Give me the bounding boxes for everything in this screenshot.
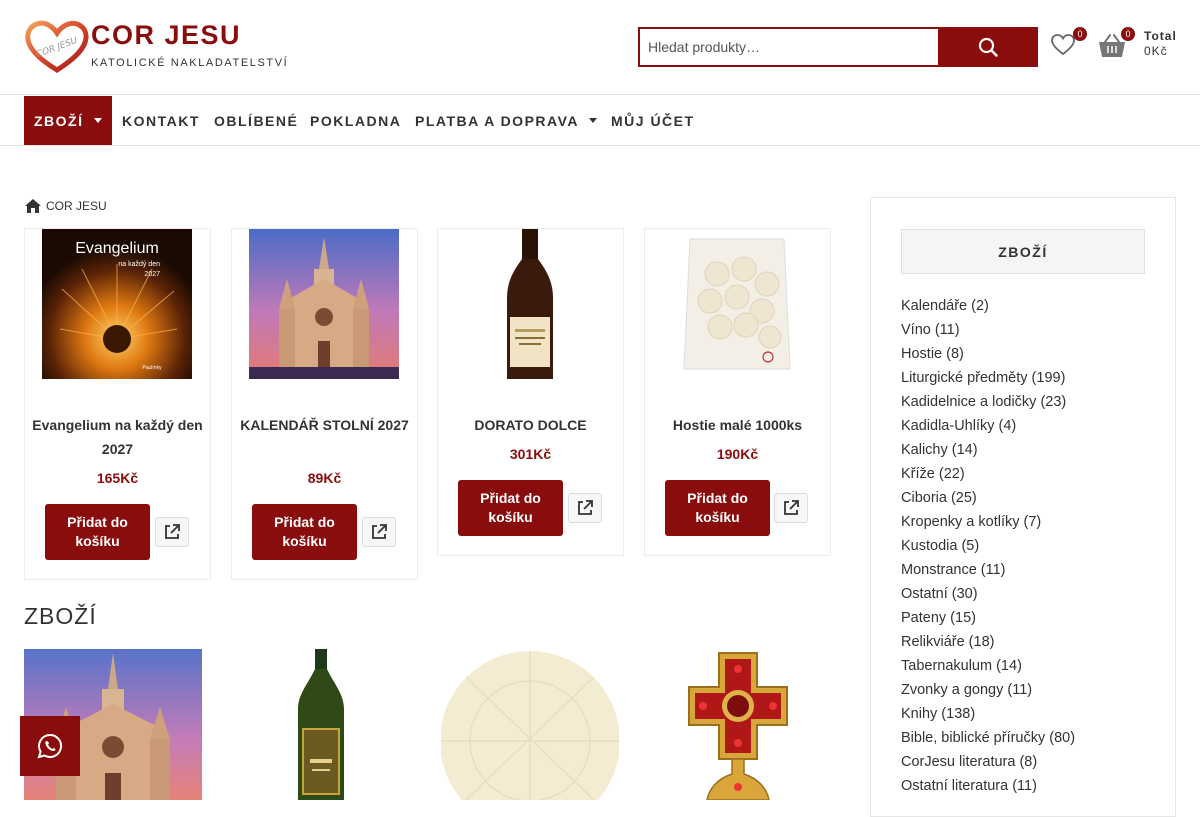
product-price: 190Kč [716, 446, 759, 462]
product-image-hostie[interactable] [662, 229, 812, 379]
category-link[interactable]: Kustodia (5) [901, 534, 1075, 558]
nav-item-label: ZBOŽÍ [34, 112, 84, 129]
nav-item-zbozi[interactable]: ZBOŽÍ [24, 96, 112, 145]
category-link[interactable]: Kropenky a kotlíky (7) [901, 510, 1075, 534]
cover-title: Evangelium [75, 240, 159, 257]
product-card: KALENDÁŘ STOLNÍ 2027 89Kč Přidat do koší… [231, 228, 418, 580]
wishlist-count-badge: 0 [1073, 27, 1087, 41]
product-image-wine-bottle[interactable] [232, 649, 410, 800]
product-title[interactable]: Evangelium na každý den 2027 [31, 413, 204, 461]
nav-item-oblibene[interactable]: OBLÍBENÉ [214, 96, 298, 145]
nav-item-platba-a-doprava[interactable]: PLATBA A DOPRAVA [415, 96, 597, 145]
chevron-down-icon [589, 118, 597, 123]
sidebar-categories-widget: ZBOŽÍ Kalendáře (2) Víno (11) Hostie (8)… [870, 197, 1176, 817]
category-link[interactable]: Relikviáře (18) [901, 630, 1075, 654]
category-link[interactable]: CorJesu literatura (8) [901, 750, 1075, 774]
product-image-evangelium[interactable]: Evangelium na každý den 2027 Paulínky [42, 229, 192, 379]
category-link[interactable]: Pateny (15) [901, 606, 1075, 630]
add-to-cart-button[interactable]: Přidat do košíku [252, 504, 357, 560]
product-title[interactable]: Hostie malé 1000ks [651, 413, 824, 437]
product-image-dorato-dolce[interactable] [455, 229, 605, 379]
category-list: Kalendáře (2) Víno (11) Hostie (8) Litur… [901, 294, 1075, 798]
section-heading: ZBOŽÍ [24, 603, 97, 629]
breadcrumb-home-link[interactable]: COR JESU [46, 199, 107, 213]
product-card: Evangelium na každý den 2027 Paulínky Ev… [24, 228, 211, 580]
quick-view-button[interactable] [568, 493, 602, 523]
category-link[interactable]: Hostie (8) [901, 342, 1075, 366]
cover-subtitle: na každý den [118, 261, 160, 268]
site-tagline: KATOLICKÉ NAKLADATELSTVÍ [91, 57, 289, 69]
chevron-down-icon [93, 118, 102, 123]
quick-view-button[interactable] [155, 517, 189, 547]
category-link[interactable]: Monstrance (11) [901, 558, 1075, 582]
add-to-cart-button[interactable]: Přidat do košíku [45, 504, 150, 560]
category-link[interactable]: Bible, biblické příručky (80) [901, 726, 1075, 750]
breadcrumb: COR JESU [24, 198, 107, 214]
category-link[interactable]: Ciboria (25) [901, 486, 1075, 510]
search-button[interactable] [938, 27, 1038, 67]
category-link[interactable]: Kalendáře (2) [901, 294, 1075, 318]
category-link[interactable]: Víno (11) [901, 318, 1075, 342]
site-header: COR JESU COR JESU KATOLICKÉ NAKLADATELST… [0, 0, 1200, 95]
search-icon [978, 37, 998, 57]
category-link[interactable]: Liturgické předměty (199) [901, 366, 1075, 390]
nav-item-pokladna[interactable]: POKLADNA [310, 96, 401, 145]
whatsapp-chat-button[interactable] [20, 716, 80, 776]
heart-icon [1051, 34, 1075, 56]
product-image-kalendar[interactable] [249, 229, 399, 379]
add-to-cart-button[interactable]: Přidat do košíku [665, 480, 770, 536]
category-link[interactable]: Kadidelnice a lodičky (23) [901, 390, 1075, 414]
search-input[interactable] [638, 27, 938, 67]
nav-item-muj-ucet[interactable]: MŮJ ÚČET [611, 96, 695, 145]
category-link[interactable]: Kříže (22) [901, 462, 1075, 486]
category-link[interactable]: Tabernakulum (14) [901, 654, 1075, 678]
site-title[interactable]: COR JESU [91, 20, 241, 51]
category-link[interactable]: Ostatní (30) [901, 582, 1075, 606]
cover-year: 2027 [144, 271, 160, 278]
external-link-icon [372, 524, 387, 539]
wishlist-button[interactable]: 0 [1050, 27, 1087, 59]
widget-title: ZBOŽÍ [901, 229, 1145, 274]
product-title[interactable]: DORATO DOLCE [444, 413, 617, 437]
product-price: 165Kč [96, 470, 139, 486]
product-price: 89Kč [307, 470, 342, 486]
home-icon[interactable] [24, 198, 42, 214]
quick-view-button[interactable] [774, 493, 808, 523]
category-link[interactable]: Zvonky a gongy (11) [901, 678, 1075, 702]
external-link-icon [165, 524, 180, 539]
category-link[interactable]: Ostatní literatura (11) [901, 774, 1075, 798]
cart-total-label: Total [1144, 29, 1177, 43]
product-card: Hostie malé 1000ks 190Kč Přidat do košík… [644, 228, 831, 556]
nav-item-kontakt[interactable]: KONTAKT [122, 96, 200, 145]
whatsapp-icon [37, 733, 62, 759]
cart-button[interactable]: 0 [1098, 27, 1135, 59]
product-image-host-wafer[interactable] [441, 649, 619, 800]
logo-heart-icon[interactable]: COR JESU [24, 18, 90, 74]
cart-total-value: 0Kč [1144, 44, 1168, 58]
cart-total[interactable]: Total 0Kč [1144, 29, 1177, 59]
product-search-form [638, 27, 1038, 67]
external-link-icon [784, 500, 799, 515]
main-navigation: ZBOŽÍ KONTAKT OBLÍBENÉ POKLADNA PLATBA A… [0, 96, 1200, 146]
product-title[interactable]: KALENDÁŘ STOLNÍ 2027 [238, 413, 411, 437]
nav-item-label: PLATBA A DOPRAVA [415, 112, 579, 129]
add-to-cart-button[interactable]: Přidat do košíku [458, 480, 563, 536]
external-link-icon [578, 500, 593, 515]
product-card: DORATO DOLCE 301Kč Přidat do košíku [437, 228, 624, 556]
category-link[interactable]: Kadidla-Uhlíky (4) [901, 414, 1075, 438]
product-price: 301Kč [509, 446, 552, 462]
category-link[interactable]: Knihy (138) [901, 702, 1075, 726]
cover-publisher: Paulínky [142, 365, 162, 371]
product-image-reliquary-cross[interactable] [649, 649, 827, 800]
quick-view-button[interactable] [362, 517, 396, 547]
cart-count-badge: 0 [1121, 27, 1135, 41]
category-link[interactable]: Kalichy (14) [901, 438, 1075, 462]
